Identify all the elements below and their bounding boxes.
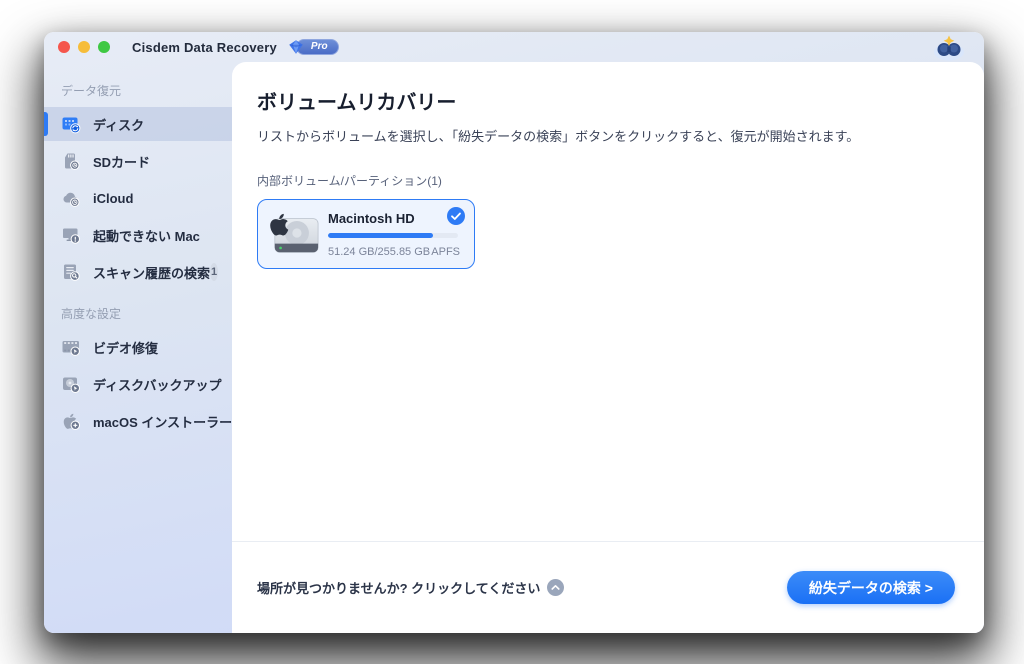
desktop-background: Cisdem Data Recovery Pro xyxy=(0,0,1024,664)
main-panel: ボリュームリカバリー リストからボリュームを選択し、「紛失データの検索」ボタンを… xyxy=(232,62,984,633)
sidebar-item-label: SDカード xyxy=(93,152,150,171)
page-subtitle: リストからボリュームを選択し、「紛失データの検索」ボタンをクリックすると、復元が… xyxy=(257,126,956,145)
volume-usage-fill xyxy=(328,233,433,238)
apple-drive-icon xyxy=(270,211,320,257)
sidebar-item-macos-installer[interactable]: macOS インストーラー xyxy=(44,404,232,438)
macos-installer-icon xyxy=(61,411,81,431)
page-title: ボリュームリカバリー xyxy=(257,86,956,115)
sidebar-item-video-repair[interactable]: ビデオ修復 xyxy=(44,330,232,364)
disk-backup-icon xyxy=(61,374,81,394)
disk-icon xyxy=(61,114,81,134)
location-help-link[interactable]: 場所が見つかりませんか? クリックしてください xyxy=(257,578,564,597)
volume-capacity: 51.24 GB/255.85 GB xyxy=(328,246,430,258)
sidebar-item-unbootable-mac[interactable]: 起動できない Mac xyxy=(44,218,232,252)
sidebar-section-advanced: 高度な設定 xyxy=(61,305,232,322)
unbootable-mac-icon xyxy=(61,225,81,245)
pro-badge[interactable]: Pro xyxy=(287,39,339,55)
sidebar: データ復元 xyxy=(44,62,232,633)
sidebar-item-label: macOS インストーラー xyxy=(93,412,232,431)
sidebar-item-label: ディスクバックアップ xyxy=(93,375,221,394)
scan-history-icon xyxy=(61,262,81,282)
titlebar: Cisdem Data Recovery Pro xyxy=(44,32,984,62)
gem-icon xyxy=(287,39,305,55)
volume-section-label: 内部ボリューム/パーティション(1) xyxy=(257,172,956,189)
icloud-icon xyxy=(61,188,81,208)
sidebar-item-label: ディスク xyxy=(93,115,144,134)
help-text: 場所が見つかりませんか? クリックしてください xyxy=(257,578,540,597)
sidebar-item-label: 起動できない Mac xyxy=(93,226,200,245)
sidebar-item-label: iCloud xyxy=(93,191,133,206)
sidebar-item-label: ビデオ修復 xyxy=(93,338,158,357)
sidebar-item-sd-card[interactable]: SDカード xyxy=(44,144,232,178)
sidebar-item-disk-backup[interactable]: ディスクバックアップ xyxy=(44,367,232,401)
sidebar-item-icloud[interactable]: iCloud xyxy=(44,181,232,215)
window-title: Cisdem Data Recovery xyxy=(132,40,277,55)
video-repair-icon xyxy=(61,337,81,357)
search-lost-data-button[interactable]: 紛失データの検索 > xyxy=(787,571,955,604)
volume-filesystem: APFS xyxy=(431,246,460,258)
binoculars-star-icon[interactable] xyxy=(932,35,966,61)
footer-bar: 場所が見つかりませんか? クリックしてください 紛失データの検索 > xyxy=(232,541,984,633)
sd-card-icon xyxy=(61,151,81,171)
check-circle-icon xyxy=(447,207,465,225)
traffic-lights xyxy=(58,41,110,53)
volume-usage-bar xyxy=(328,233,458,238)
chevron-up-circle-icon xyxy=(547,579,564,596)
app-window: Cisdem Data Recovery Pro xyxy=(44,32,984,633)
zoom-button[interactable] xyxy=(98,41,110,53)
volume-card-macintosh-hd[interactable]: Macintosh HD 51.24 GB/255.85 GB APFS xyxy=(257,199,475,269)
empty-area xyxy=(232,269,984,541)
scan-history-badge: 1 xyxy=(210,263,218,281)
sidebar-item-disk[interactable]: ディスク xyxy=(44,107,232,141)
sidebar-item-label: スキャン履歴の検索 xyxy=(93,263,210,282)
volume-name: Macintosh HD xyxy=(328,211,460,226)
minimize-button[interactable] xyxy=(78,41,90,53)
close-button[interactable] xyxy=(58,41,70,53)
selected-accent-bar xyxy=(44,112,48,136)
sidebar-section-data-recovery: データ復元 xyxy=(61,82,232,99)
sidebar-item-scan-history[interactable]: スキャン履歴の検索 1 xyxy=(44,255,232,289)
